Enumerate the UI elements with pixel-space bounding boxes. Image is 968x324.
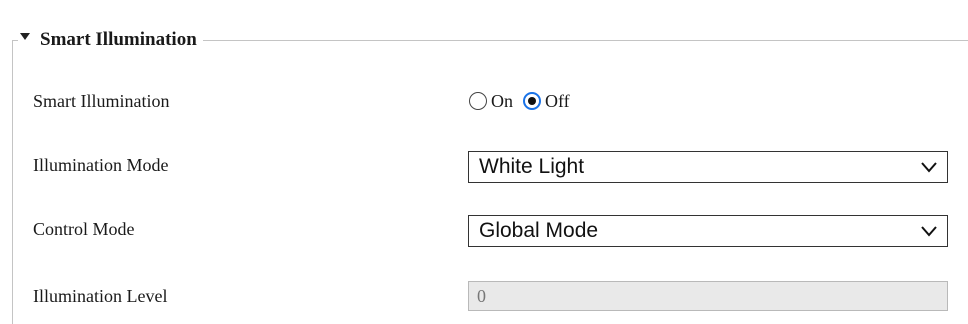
illumination-mode-value: White Light (479, 155, 585, 178)
smart-illumination-radio-group: On Off (469, 88, 580, 114)
control-mode-value: Global Mode (479, 219, 599, 242)
chevron-down-icon[interactable] (921, 159, 937, 175)
control-mode-select[interactable]: Global Mode (468, 215, 948, 247)
section-title: Smart Illumination (40, 29, 197, 50)
smart-illumination-row: Smart Illumination On Off (33, 87, 953, 117)
radio-off-label[interactable]: Off (545, 91, 570, 112)
illumination-mode-select[interactable]: White Light (468, 151, 948, 183)
illumination-mode-row: Illumination Mode White Light (33, 151, 953, 183)
chevron-down-icon[interactable] (921, 223, 937, 239)
illumination-level-label: Illumination Level (33, 286, 168, 306)
radio-off[interactable] (523, 92, 541, 110)
smart-illumination-panel: Smart Illumination Smart Illumination On… (0, 0, 968, 324)
smart-illumination-label: Smart Illumination (33, 91, 170, 111)
section-header[interactable]: Smart Illumination (18, 28, 203, 52)
triangle-down-icon[interactable] (20, 32, 30, 40)
illumination-mode-label: Illumination Mode (33, 155, 169, 175)
control-mode-row: Control Mode Global Mode (33, 215, 953, 247)
illumination-level-row: Illumination Level 0 (33, 281, 953, 311)
control-mode-label: Control Mode (33, 219, 135, 239)
illumination-level-field: 0 (468, 281, 948, 311)
radio-on-label[interactable]: On (491, 91, 513, 112)
radio-on[interactable] (469, 92, 487, 110)
